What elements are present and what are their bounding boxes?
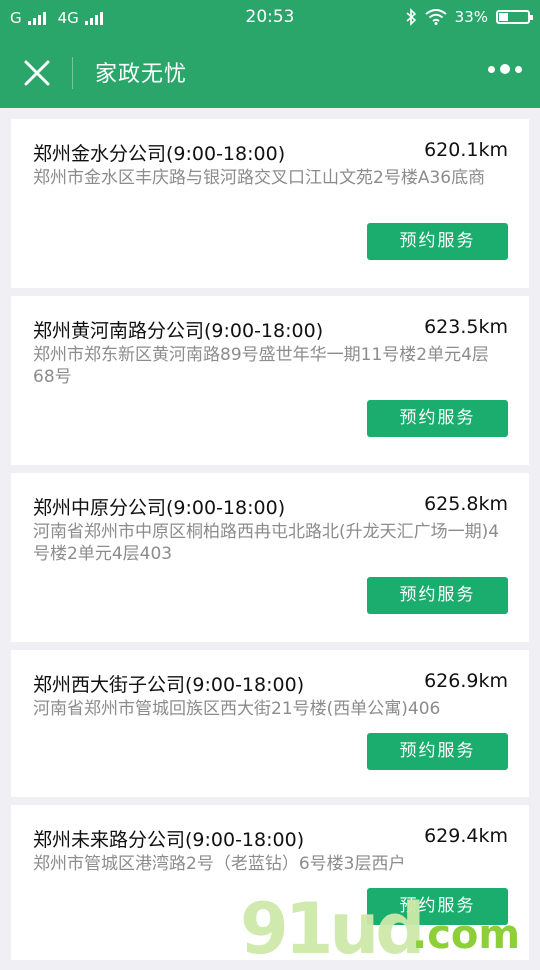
nav-bar: 家政无忧 <box>0 38 540 108</box>
book-service-button[interactable]: 预约服务 <box>367 577 508 614</box>
store-name: 郑州西大街子公司(9:00-18:00) <box>33 674 305 696</box>
watermark-text-2: .com <box>412 912 521 958</box>
top-bar: G 4G 20:53 33% 家政无忧 <box>0 0 540 108</box>
watermark-text-1: 91ud <box>240 888 425 970</box>
more-options-icon[interactable] <box>488 64 522 74</box>
book-service-button[interactable]: 预约服务 <box>367 223 508 260</box>
store-address: 郑州市金水区丰庆路与银河路交叉口江山文苑2号楼A36底商 <box>33 168 486 188</box>
store-name: 郑州中原分公司(9:00-18:00) <box>33 497 286 519</box>
store-address: 郑州市郑东新区黄河南路89号盛世年华一期11号楼2单元4层68号 <box>33 345 489 387</box>
page-title: 家政无忧 <box>95 62 188 87</box>
store-address: 郑州市管城区港湾路2号（老蓝钻）6号楼3层西户 <box>33 854 406 874</box>
bluetooth-icon <box>406 8 416 26</box>
close-icon[interactable] <box>18 54 56 92</box>
nav-divider <box>72 57 73 89</box>
store-card: 郑州金水分公司(9:00-18:00) 620.1km 郑州市金水区丰庆路与银河… <box>11 119 529 288</box>
store-card: 郑州黄河南路分公司(9:00-18:00) 623.5km 郑州市郑东新区黄河南… <box>11 296 529 465</box>
book-service-button[interactable]: 预约服务 <box>367 400 508 437</box>
store-name: 郑州金水分公司(9:00-18:00) <box>33 143 286 165</box>
book-service-button[interactable]: 预约服务 <box>367 733 508 770</box>
store-address: 河南省郑州市中原区桐柏路西冉屯北路北(升龙天汇广场一期)4号楼2单元4层403 <box>33 522 500 564</box>
store-distance: 625.8km <box>424 493 508 515</box>
status-bar: G 4G 20:53 33% <box>0 0 540 38</box>
store-card: 郑州中原分公司(9:00-18:00) 625.8km 河南省郑州市中原区桐柏路… <box>11 473 529 642</box>
battery-percent: 33% <box>454 8 488 26</box>
store-distance: 626.9km <box>424 670 508 692</box>
watermark-logo: 91ud .com <box>240 880 540 970</box>
wifi-icon <box>425 9 447 25</box>
store-name: 郑州未来路分公司(9:00-18:00) <box>33 829 305 851</box>
store-distance: 623.5km <box>424 316 508 338</box>
store-card: 郑州西大街子公司(9:00-18:00) 626.9km 河南省郑州市管城回族区… <box>11 650 529 797</box>
battery-icon <box>496 10 533 24</box>
store-address: 河南省郑州市管城回族区西大街21号楼(西单公寓)406 <box>33 699 441 719</box>
store-distance: 620.1km <box>424 139 508 161</box>
store-distance: 629.4km <box>424 825 508 847</box>
store-name: 郑州黄河南路分公司(9:00-18:00) <box>33 320 324 342</box>
